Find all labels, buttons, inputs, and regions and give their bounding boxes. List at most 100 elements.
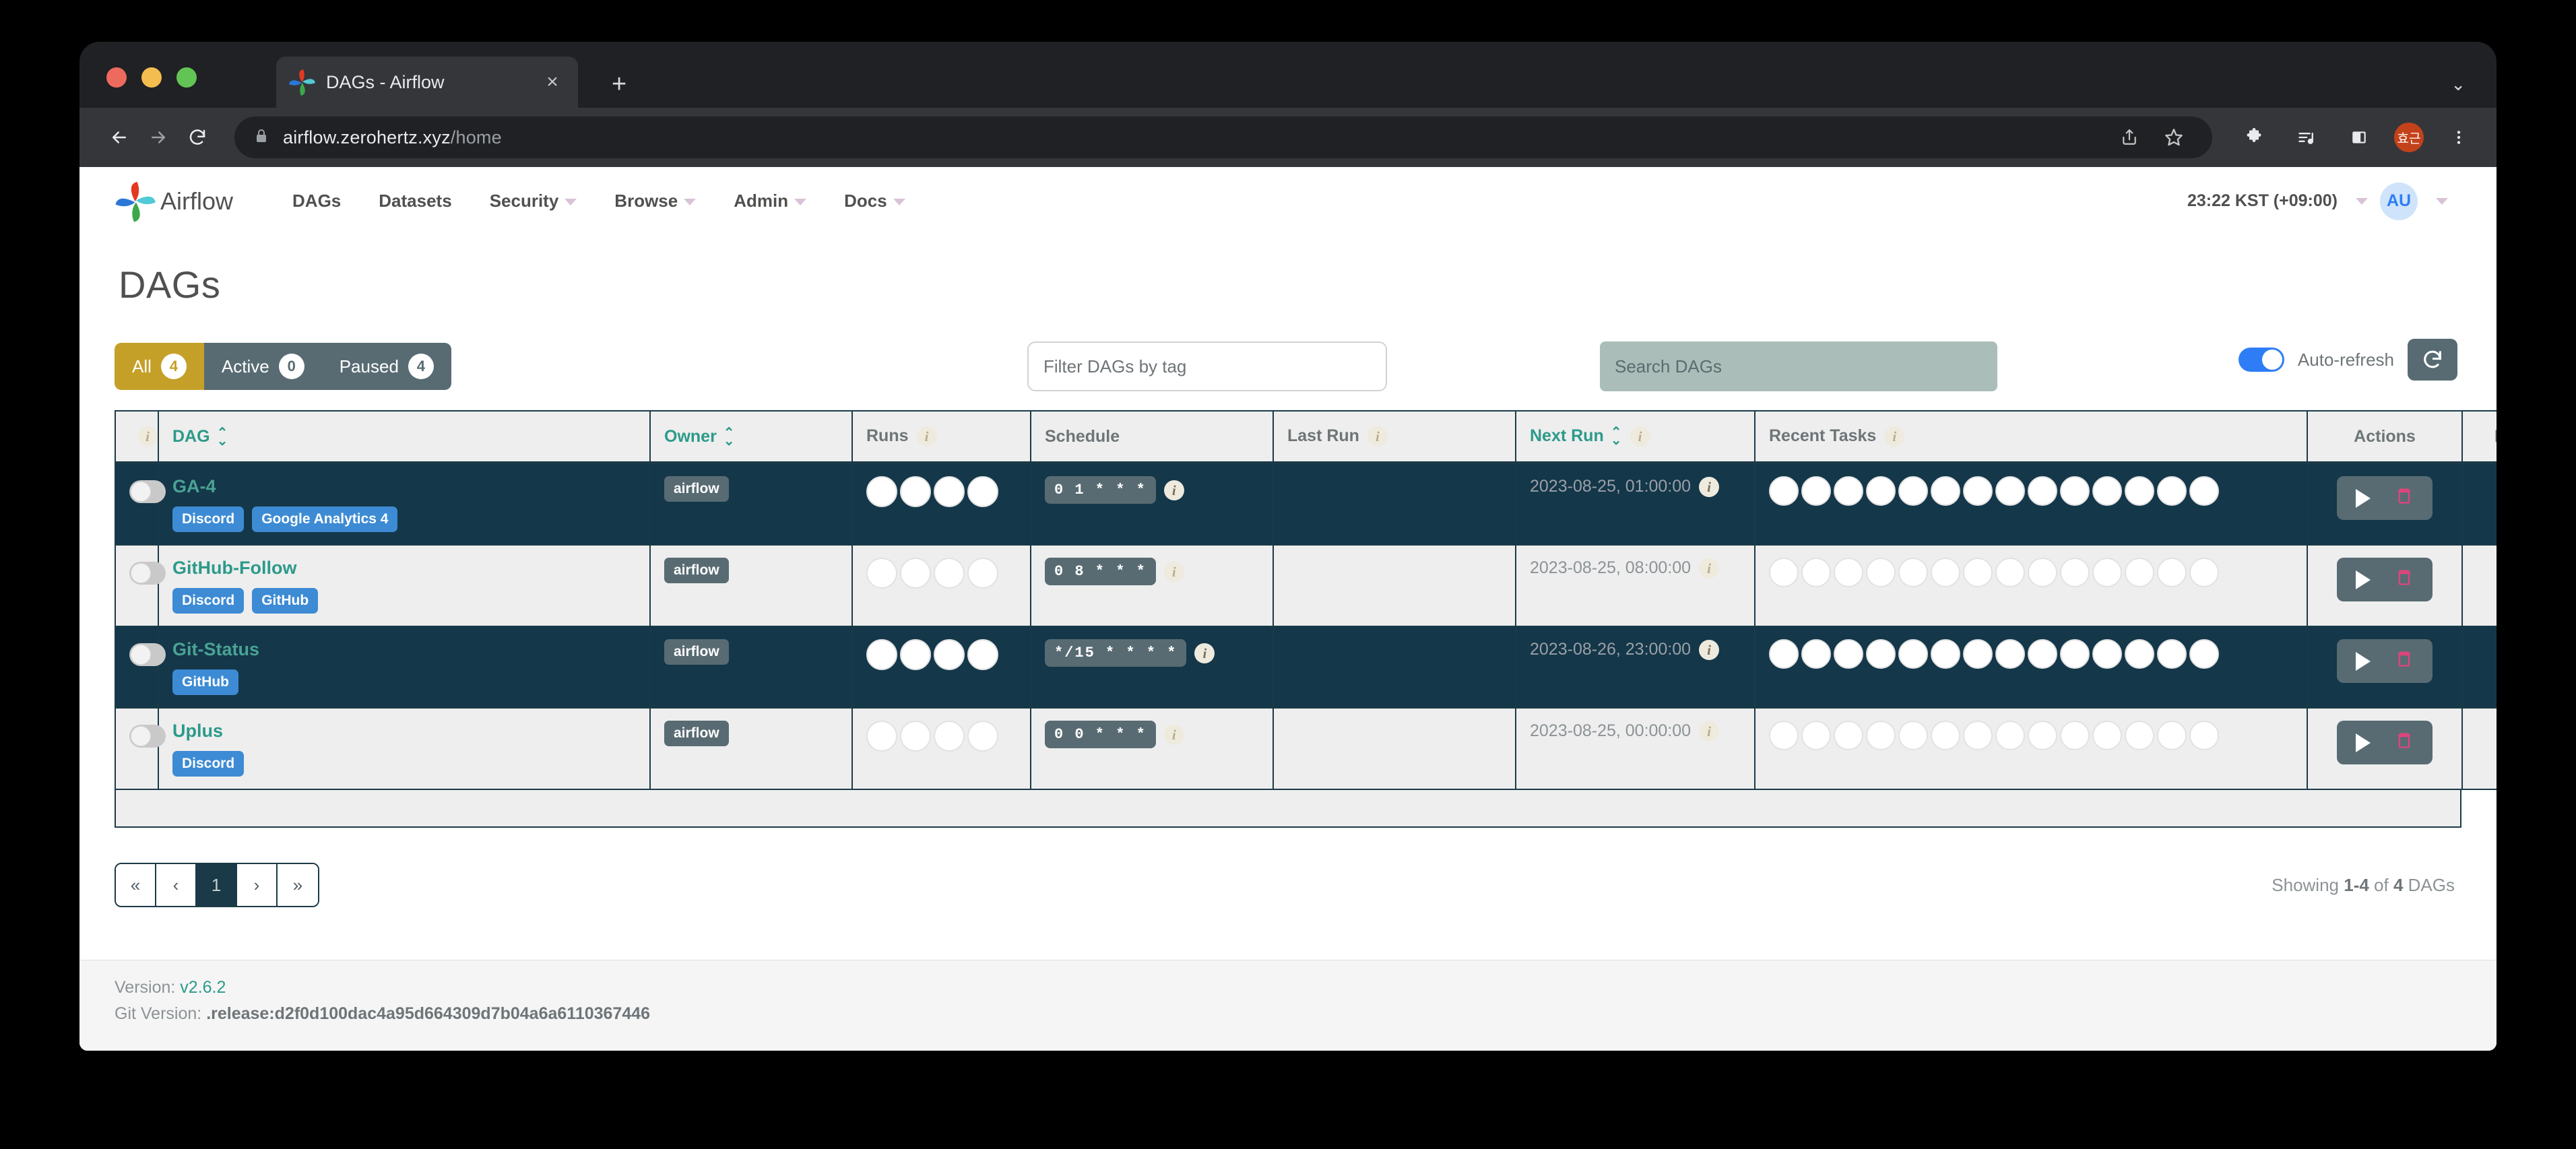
owner-badge[interactable]: airflow [664, 721, 729, 747]
nav-item-dags[interactable]: DAGs [273, 184, 360, 218]
schedule-badge[interactable]: 0 8 * * * [1045, 558, 1156, 586]
task-status-circle[interactable] [2189, 721, 2219, 751]
table-row[interactable]: GitHub-Follow Discord GitHub airflow 0 8… [115, 545, 2497, 628]
dag-tag[interactable]: Discord [172, 751, 245, 777]
close-window-button[interactable] [106, 67, 127, 88]
nav-item-security[interactable]: Security [471, 184, 596, 218]
sort-icon[interactable]: ⌃ ⌄ [723, 426, 735, 448]
sort-icon[interactable]: ⌃ ⌄ [217, 426, 228, 448]
page-prev-button[interactable]: ‹ [156, 864, 197, 907]
dag-pause-toggle[interactable] [129, 725, 166, 748]
task-status-circle[interactable] [1995, 476, 2025, 506]
info-icon[interactable]: i [1194, 643, 1215, 663]
task-status-circle[interactable] [1769, 639, 1799, 669]
task-status-circle[interactable] [1963, 558, 1993, 588]
dag-tag[interactable]: Discord [172, 588, 245, 614]
col-next-run[interactable]: Next Run ⌃ ⌄ i [1515, 409, 1755, 465]
info-icon[interactable]: i [916, 426, 937, 447]
nav-item-docs[interactable]: Docs [825, 184, 924, 218]
task-status-circle[interactable] [1931, 639, 1960, 669]
media-list-icon[interactable] [2289, 120, 2324, 155]
nav-item-datasets[interactable]: Datasets [360, 184, 470, 218]
task-status-circle[interactable] [1866, 476, 1896, 506]
task-status-circle[interactable] [1931, 721, 1960, 751]
page-next-button[interactable]: › [237, 864, 278, 907]
three-dot-menu-icon[interactable] [2441, 120, 2476, 155]
task-status-circle[interactable] [1931, 476, 1960, 506]
info-icon[interactable]: i [1699, 721, 1720, 742]
task-status-circle[interactable] [1834, 558, 1863, 588]
owner-badge[interactable]: airflow [664, 558, 729, 584]
task-status-circle[interactable] [2028, 721, 2057, 751]
task-status-circle[interactable] [1898, 476, 1928, 506]
timezone-selector[interactable]: 23:22 KST (+09:00) [2187, 191, 2338, 211]
run-status-circle[interactable] [934, 558, 965, 589]
page-first-button[interactable]: « [116, 864, 156, 907]
dag-pause-toggle[interactable] [129, 643, 166, 667]
ellipsis-icon[interactable]: ••• [2476, 558, 2497, 584]
dag-name-link[interactable]: Git-Status [172, 639, 636, 660]
task-status-circle[interactable] [1995, 721, 2025, 751]
task-status-circle[interactable] [2092, 721, 2122, 751]
info-icon[interactable]: i [1630, 426, 1650, 447]
task-status-circle[interactable] [1963, 476, 1993, 506]
run-status-circle[interactable] [967, 721, 998, 752]
info-icon[interactable]: i [1163, 561, 1184, 582]
run-status-circle[interactable] [866, 558, 897, 589]
trash-icon[interactable] [2395, 567, 2414, 592]
search-dags-input[interactable] [1600, 341, 1997, 391]
play-icon[interactable] [2356, 570, 2371, 589]
task-status-circle[interactable] [1931, 558, 1960, 588]
share-icon[interactable] [2110, 118, 2149, 157]
play-icon[interactable] [2356, 488, 2371, 508]
task-status-circle[interactable] [1801, 558, 1831, 588]
chevron-down-icon[interactable]: ⌄ [2451, 74, 2466, 95]
user-avatar[interactable]: AU [2380, 182, 2418, 220]
task-status-circle[interactable] [1898, 721, 1928, 751]
info-icon[interactable]: i [1163, 480, 1184, 500]
dag-pause-toggle[interactable] [129, 480, 166, 504]
play-icon[interactable] [2356, 651, 2371, 671]
minimize-window-button[interactable] [141, 67, 162, 88]
run-status-circle[interactable] [866, 639, 897, 671]
puzzle-icon[interactable] [2236, 120, 2272, 155]
task-status-circle[interactable] [2125, 639, 2154, 669]
browser-profile-avatar[interactable]: 효근 [2394, 123, 2424, 152]
dag-name-link[interactable]: GA-4 [172, 476, 636, 497]
table-row[interactable]: Uplus Discord airflow 0 0 * * * i 2023-08… [115, 708, 2497, 791]
task-status-circle[interactable] [2189, 476, 2219, 506]
side-panel-icon[interactable] [2342, 120, 2377, 155]
plus-icon[interactable]: + [612, 71, 626, 97]
table-row[interactable]: Git-Status GitHub airflow */15 * * * * i … [115, 626, 2497, 709]
task-status-circle[interactable] [1801, 721, 1831, 751]
task-status-circle[interactable] [1801, 639, 1831, 669]
task-status-circle[interactable] [2060, 558, 2090, 588]
sort-icon[interactable]: ⌃ ⌄ [1611, 426, 1622, 447]
address-bar[interactable]: airflow.zerohertz.xyz/home [234, 117, 2212, 158]
dag-name-link[interactable]: GitHub-Follow [172, 558, 636, 579]
run-status-circle[interactable] [900, 721, 931, 752]
dag-tag[interactable]: GitHub [252, 588, 319, 614]
nav-item-admin[interactable]: Admin [715, 184, 825, 218]
trash-icon[interactable] [2395, 649, 2414, 674]
page-number-button[interactable]: 1 [197, 864, 237, 907]
dag-tag[interactable]: GitHub [172, 669, 238, 696]
task-status-circle[interactable] [2157, 476, 2187, 506]
task-status-circle[interactable] [2092, 558, 2122, 588]
task-status-circle[interactable] [2157, 558, 2187, 588]
task-status-circle[interactable] [1995, 558, 2025, 588]
task-status-circle[interactable] [1866, 721, 1896, 751]
owner-badge[interactable]: airflow [664, 476, 729, 502]
filter-tab-active[interactable]: Active 0 [203, 343, 322, 390]
owner-badge[interactable]: airflow [664, 639, 729, 665]
task-status-circle[interactable] [2125, 558, 2154, 588]
info-icon[interactable]: i [1163, 724, 1184, 745]
nav-item-browse[interactable]: Browse [595, 184, 715, 218]
task-status-circle[interactable] [1801, 476, 1831, 506]
dag-name-link[interactable]: Uplus [172, 721, 636, 742]
task-status-circle[interactable] [2028, 476, 2057, 506]
dag-pause-toggle[interactable] [129, 562, 166, 585]
browser-tab[interactable]: DAGs - Airflow × [276, 57, 578, 108]
task-status-circle[interactable] [2060, 721, 2090, 751]
star-icon[interactable] [2154, 118, 2193, 157]
